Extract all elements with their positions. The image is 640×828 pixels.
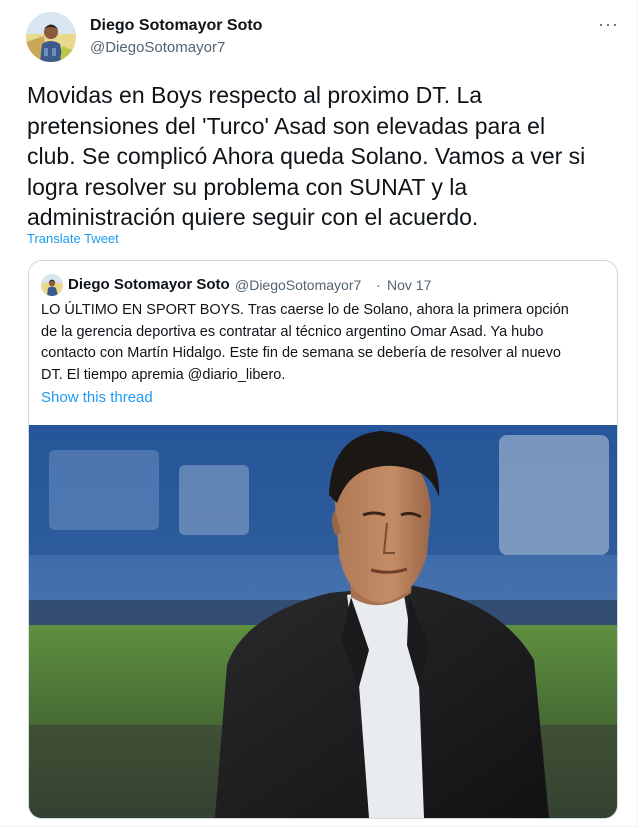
more-options-icon[interactable]: ··· [598,14,619,35]
author-avatar[interactable] [26,12,76,62]
translate-tweet-link[interactable]: Translate Tweet [27,231,119,246]
quoted-tweet-photo[interactable] [29,425,617,818]
author-name[interactable]: Diego Sotomayor Soto [90,17,262,35]
author-handle[interactable]: @DiegoSotomayor7 [90,39,225,56]
separator-dot: · [376,277,381,293]
quoted-tweet-date[interactable]: Nov 17 [387,277,431,293]
quoted-tweet[interactable]: Diego Sotomayor Soto @DiegoSotomayor7 · … [28,260,618,819]
quoted-author-name[interactable]: Diego Sotomayor Soto [68,276,230,293]
tweet-text: Movidas en Boys respecto al proximo DT. … [27,82,586,230]
quoted-tweet-text: LO ÚLTIMO EN SPORT BOYS. Tras caerse lo … [41,302,569,383]
quoted-author-avatar[interactable] [41,274,63,296]
tweet-card: Diego Sotomayor Soto @DiegoSotomayor7 ··… [0,0,637,827]
quoted-author-handle[interactable]: @DiegoSotomayor7 [235,277,361,293]
show-thread-link[interactable]: Show this thread [41,389,153,406]
